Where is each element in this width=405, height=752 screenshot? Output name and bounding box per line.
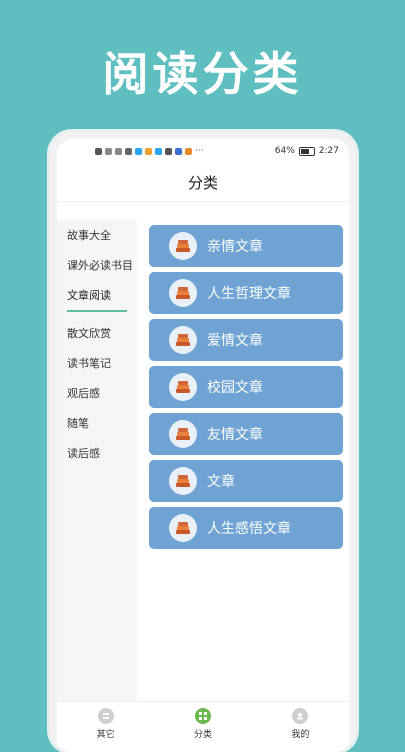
phone-frame: ··· 64% 2:27 分类 故事大全 课外必读书目 文章阅读 散文欣赏 读书… [50, 132, 356, 752]
category-icon [194, 708, 211, 724]
category-card[interactable]: 人生哲理文章 [149, 272, 343, 314]
sidebar-item-reading-list[interactable]: 课外必读书目 [57, 251, 137, 281]
category-label: 人生感悟文章 [207, 521, 291, 537]
category-card[interactable]: 爱情文章 [149, 319, 343, 361]
signal-icon-2 [115, 147, 122, 155]
battery-percent: 64% [274, 146, 295, 156]
category-label: 人生哲理文章 [207, 286, 291, 302]
bottom-tab-bar: 其它 分类 我的 [57, 701, 349, 752]
category-card[interactable]: 人生感悟文章 [149, 507, 343, 549]
app-screen: ··· 64% 2:27 分类 故事大全 课外必读书目 文章阅读 散文欣赏 读书… [57, 139, 349, 752]
tab-other[interactable]: 其它 [97, 708, 115, 740]
app-notification-icon [155, 147, 162, 155]
sidebar-item-label: 观后感 [67, 387, 100, 400]
tab-mine[interactable]: 我的 [291, 708, 309, 740]
sidebar: 故事大全 课外必读书目 文章阅读 散文欣赏 读书笔记 观后感 随笔 读后感 [57, 219, 137, 708]
app-notification-icon [145, 147, 152, 155]
more-icon: ··· [195, 146, 204, 156]
sidebar-item-prose[interactable]: 散文欣赏 [57, 319, 137, 349]
category-list: 亲情文章 人生哲理文章 爱情文章 校园文章 友情文章 文章 人生感悟文章 [137, 219, 349, 708]
stack-books-icon [169, 373, 197, 401]
hd-icon [95, 147, 102, 155]
active-indicator [67, 310, 127, 312]
category-card[interactable]: 亲情文章 [149, 225, 343, 267]
wifi-icon [125, 147, 132, 155]
stack-books-icon [169, 467, 197, 495]
sidebar-item-reflections[interactable]: 读后感 [57, 439, 137, 469]
stack-books-icon [169, 420, 197, 448]
sidebar-item-label: 散文欣赏 [67, 327, 111, 340]
status-icons: ··· [95, 146, 204, 156]
sidebar-item-stories[interactable]: 故事大全 [57, 221, 137, 251]
sidebar-item-label: 读书笔记 [67, 357, 111, 370]
stack-books-icon [169, 514, 197, 542]
status-bar: ··· 64% 2:27 [57, 139, 349, 163]
tab-category[interactable]: 分类 [194, 708, 212, 740]
battery-icon [298, 146, 315, 156]
sidebar-item-articles[interactable]: 文章阅读 [57, 281, 137, 319]
signal-icon [105, 147, 112, 155]
category-label: 校园文章 [207, 380, 263, 396]
sidebar-item-label: 读后感 [67, 447, 100, 460]
sidebar-item-label: 课外必读书目 [67, 259, 133, 272]
sidebar-item-label: 随笔 [67, 417, 89, 430]
tab-label: 其它 [96, 730, 115, 740]
clock: 2:27 [318, 146, 339, 156]
sidebar-item-notes[interactable]: 读书笔记 [57, 349, 137, 379]
category-label: 爱情文章 [207, 333, 263, 349]
other-icon [97, 708, 114, 724]
sidebar-item-label: 文章阅读 [67, 289, 111, 302]
hero-title: 阅读分类 [102, 47, 303, 101]
category-card[interactable]: 校园文章 [149, 366, 343, 408]
tab-label: 我的 [291, 730, 310, 740]
page-title: 分类 [187, 173, 218, 192]
app-notification-icon [135, 147, 142, 155]
user-icon [292, 708, 309, 724]
category-label: 亲情文章 [207, 239, 263, 255]
app-notification-icon [175, 147, 182, 155]
category-label: 友情文章 [207, 427, 263, 443]
status-right: 64% 2:27 [275, 146, 339, 156]
sidebar-item-label: 故事大全 [67, 229, 111, 242]
page-header: 分类 [57, 163, 349, 202]
message-icon [165, 147, 172, 155]
stack-books-icon [169, 279, 197, 307]
stack-books-icon [169, 326, 197, 354]
category-label: 文章 [207, 474, 235, 490]
category-card[interactable]: 文章 [149, 460, 343, 502]
content-area: 故事大全 课外必读书目 文章阅读 散文欣赏 读书笔记 观后感 随笔 读后感 亲情… [57, 219, 349, 708]
tab-label: 分类 [193, 730, 212, 740]
cart-icon [185, 147, 192, 155]
category-card[interactable]: 友情文章 [149, 413, 343, 455]
stack-books-icon [169, 232, 197, 260]
sidebar-item-essays[interactable]: 随笔 [57, 409, 137, 439]
sidebar-item-reviews[interactable]: 观后感 [57, 379, 137, 409]
